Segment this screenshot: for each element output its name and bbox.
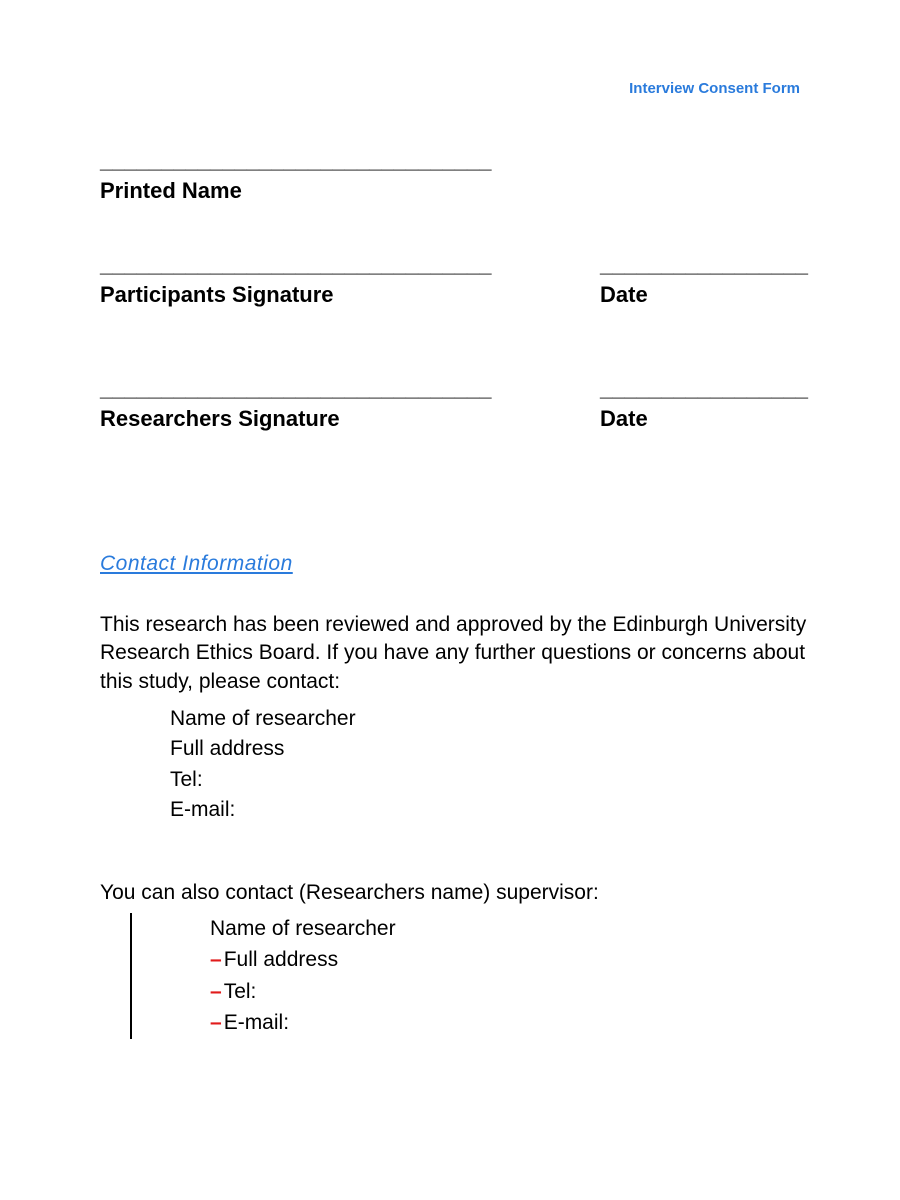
supervisor-name-line: Name of researcher	[210, 913, 396, 945]
researcher-name-line: Name of researcher	[170, 704, 820, 734]
form-title: Interview Consent Form	[629, 80, 800, 97]
dash-icon: –	[210, 1011, 222, 1034]
participant-signature-line[interactable]: ________________________________	[100, 254, 520, 276]
printed-name-line[interactable]: ________________________________	[100, 150, 520, 172]
supervisor-email-line: –E-mail:	[210, 1007, 396, 1039]
researcher-signature-label: Researchers Signature	[100, 406, 520, 432]
researcher-signature-line[interactable]: ________________________________	[100, 378, 520, 400]
supervisor-address-line: –Full address	[210, 944, 396, 976]
supervisor-tel-line: –Tel:	[210, 976, 396, 1008]
revision-bar	[130, 913, 132, 1039]
researcher-tel-line: Tel:	[170, 765, 820, 795]
researcher-date-label: Date	[600, 406, 820, 432]
contact-intro: This research has been reviewed and appr…	[100, 611, 820, 696]
signature-section: ________________________________ Printed…	[100, 150, 820, 432]
supervisor-intro: You can also contact (Researchers name) …	[100, 881, 820, 905]
contact-heading: Contact Information	[100, 552, 820, 576]
supervisor-contact-block: Name of researcher –Full address –Tel: –…	[170, 913, 396, 1039]
participant-signature-label: Participants Signature	[100, 282, 520, 308]
participant-signature-row: ________________________________ Partici…	[100, 254, 820, 308]
supervisor-block: Name of researcher –Full address –Tel: –…	[100, 913, 820, 1039]
participant-date-line[interactable]: _________________	[600, 254, 820, 276]
researcher-signature-row: ________________________________ Researc…	[100, 378, 820, 432]
researcher-date-line[interactable]: _________________	[600, 378, 820, 400]
printed-name-label: Printed Name	[100, 178, 520, 204]
researcher-email-line: E-mail:	[170, 795, 820, 825]
dash-icon: –	[210, 948, 222, 971]
printed-name-row: ________________________________ Printed…	[100, 150, 820, 204]
researcher-contact-block: Name of researcher Full address Tel: E-m…	[100, 704, 820, 826]
researcher-address-line: Full address	[170, 734, 820, 764]
consent-form-page: Interview Consent Form _________________…	[0, 0, 900, 1099]
participant-date-label: Date	[600, 282, 820, 308]
dash-icon: –	[210, 980, 222, 1003]
